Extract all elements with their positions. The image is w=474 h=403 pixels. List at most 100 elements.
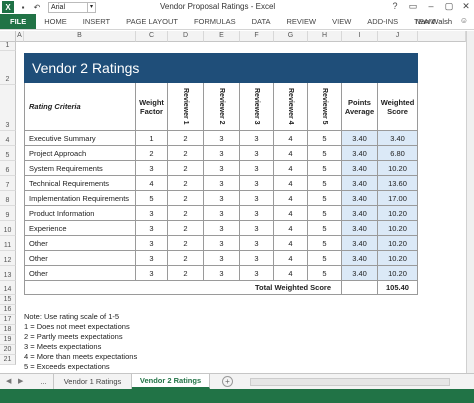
points-average-cell[interactable]: 3.40 <box>342 266 378 281</box>
row-header[interactable]: 19 <box>0 335 16 345</box>
tab-vendor-2-ratings[interactable]: Vendor 2 Ratings <box>132 374 210 389</box>
reviewer-5-cell[interactable]: 5 <box>308 191 342 206</box>
column-header[interactable]: J <box>378 31 418 42</box>
reviewer-4-cell[interactable]: 4 <box>274 176 308 191</box>
weighted-score-cell[interactable]: 10.20 <box>378 236 418 251</box>
tab-file[interactable]: FILE <box>0 14 37 29</box>
reviewer-3-cell[interactable]: 3 <box>240 206 274 221</box>
note-line[interactable]: 3 = Meets expectations <box>24 342 101 351</box>
row-header[interactable]: 1 <box>0 42 16 51</box>
add-sheet-icon[interactable]: + <box>222 376 233 387</box>
reviewer-2-cell[interactable]: 3 <box>204 161 240 176</box>
column-header[interactable]: E <box>204 31 240 42</box>
help-icon[interactable]: ? <box>388 1 402 11</box>
reviewer-1-cell[interactable]: 2 <box>168 146 204 161</box>
reviewer-4-cell[interactable]: 4 <box>274 236 308 251</box>
note-line[interactable]: 4 = More than meets expectations <box>24 352 137 361</box>
row-header[interactable]: 16 <box>0 305 16 315</box>
note-line[interactable]: 1 = Does not meet expectations <box>24 322 130 331</box>
points-average-cell[interactable]: 3.40 <box>342 221 378 236</box>
reviewer-2-cell[interactable]: 3 <box>204 236 240 251</box>
reviewer-3-cell[interactable]: 3 <box>240 161 274 176</box>
reviewer-4-cell[interactable]: 4 <box>274 131 308 146</box>
column-header[interactable]: F <box>240 31 274 42</box>
tab-review[interactable]: REVIEW <box>279 14 325 29</box>
reviewer-2-cell[interactable]: 3 <box>204 131 240 146</box>
weight-cell[interactable]: 3 <box>136 251 168 266</box>
close-icon[interactable]: ✕ <box>459 1 473 12</box>
weight-cell[interactable]: 5 <box>136 191 168 206</box>
weight-cell[interactable]: 1 <box>136 131 168 146</box>
points-average-cell[interactable]: 3.40 <box>342 206 378 221</box>
more-sheets-button[interactable]: ... <box>34 374 54 389</box>
column-header[interactable]: H <box>308 31 342 42</box>
reviewer-1-cell[interactable]: 2 <box>168 221 204 236</box>
column-header-empty[interactable] <box>418 31 466 42</box>
reviewer-2-cell[interactable]: 3 <box>204 221 240 236</box>
minimize-icon[interactable]: – <box>424 1 438 11</box>
row-header[interactable]: 21 <box>0 355 16 365</box>
header-reviewer-2[interactable]: Reviewer 2 <box>204 83 240 131</box>
column-header[interactable]: I <box>342 31 378 42</box>
points-average-cell[interactable]: 3.40 <box>342 161 378 176</box>
user-name[interactable]: Ivan Walsh <box>415 17 452 26</box>
row-header[interactable]: 12 <box>0 251 16 266</box>
reviewer-1-cell[interactable]: 2 <box>168 131 204 146</box>
font-name-field[interactable]: Arial <box>48 1 88 13</box>
criteria-cell[interactable]: Project Approach <box>24 146 136 161</box>
reviewer-3-cell[interactable]: 3 <box>240 146 274 161</box>
tab-page-layout[interactable]: PAGE LAYOUT <box>118 14 186 29</box>
header-reviewer-4[interactable]: Reviewer 4 <box>274 83 308 131</box>
points-average-cell[interactable]: 3.40 <box>342 251 378 266</box>
reviewer-4-cell[interactable]: 4 <box>274 266 308 281</box>
reviewer-3-cell[interactable]: 3 <box>240 176 274 191</box>
column-header[interactable]: A <box>16 31 24 42</box>
reviewer-1-cell[interactable]: 2 <box>168 176 204 191</box>
header-reviewer-1[interactable]: Reviewer 1 <box>168 83 204 131</box>
undo-icon[interactable]: ↶ <box>32 2 42 12</box>
reviewer-3-cell[interactable]: 3 <box>240 221 274 236</box>
row-header[interactable]: 15 <box>0 295 16 305</box>
reviewer-3-cell[interactable]: 3 <box>240 251 274 266</box>
weighted-score-cell[interactable]: 10.20 <box>378 251 418 266</box>
tab-data[interactable]: DATA <box>244 14 279 29</box>
row-header[interactable]: 2 <box>0 51 16 85</box>
reviewer-2-cell[interactable]: 3 <box>204 206 240 221</box>
prev-sheet-icon[interactable]: ◀ <box>6 377 11 385</box>
reviewer-4-cell[interactable]: 4 <box>274 146 308 161</box>
horizontal-scrollbar[interactable] <box>250 378 450 386</box>
reviewer-2-cell[interactable]: 3 <box>204 266 240 281</box>
next-sheet-icon[interactable]: ▶ <box>18 377 23 385</box>
weight-cell[interactable]: 4 <box>136 176 168 191</box>
row-header[interactable]: 9 <box>0 206 16 221</box>
total-weighted-score-value[interactable]: 105.40 <box>378 281 418 295</box>
row-header[interactable]: 6 <box>0 161 16 176</box>
criteria-cell[interactable]: Other <box>24 251 136 266</box>
excel-app-icon[interactable]: X <box>2 1 14 13</box>
reviewer-4-cell[interactable]: 4 <box>274 161 308 176</box>
reviewer-1-cell[interactable]: 2 <box>168 206 204 221</box>
sheet-banner-title[interactable]: Vendor 2 Ratings <box>24 53 418 83</box>
row-header[interactable]: 20 <box>0 345 16 355</box>
reviewer-5-cell[interactable]: 5 <box>308 146 342 161</box>
points-average-cell[interactable]: 3.40 <box>342 176 378 191</box>
weight-cell[interactable]: 3 <box>136 236 168 251</box>
row-header[interactable]: 10 <box>0 221 16 236</box>
row-header[interactable]: 11 <box>0 236 16 251</box>
weighted-score-cell[interactable]: 17.00 <box>378 191 418 206</box>
weighted-score-cell[interactable]: 10.20 <box>378 221 418 236</box>
row-header[interactable]: 14 <box>0 281 16 295</box>
column-header[interactable]: C <box>136 31 168 42</box>
header-reviewer-5[interactable]: Reviewer 5 <box>308 83 342 131</box>
row-header[interactable]: 17 <box>0 315 16 325</box>
weighted-score-cell[interactable]: 3.40 <box>378 131 418 146</box>
points-average-cell[interactable]: 3.40 <box>342 131 378 146</box>
reviewer-4-cell[interactable]: 4 <box>274 251 308 266</box>
row-header[interactable]: 18 <box>0 325 16 335</box>
header-weighted-score[interactable]: Weighted Score <box>378 83 418 131</box>
tab-vendor-1-ratings[interactable]: Vendor 1 Ratings <box>54 374 132 389</box>
weighted-score-cell[interactable]: 10.20 <box>378 206 418 221</box>
reviewer-4-cell[interactable]: 4 <box>274 191 308 206</box>
points-average-cell[interactable]: 3.40 <box>342 191 378 206</box>
reviewer-2-cell[interactable]: 3 <box>204 176 240 191</box>
